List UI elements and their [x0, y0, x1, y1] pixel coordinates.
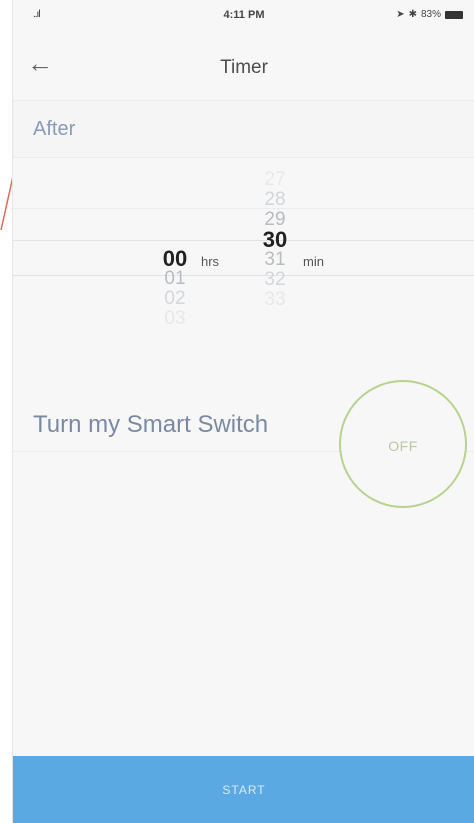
- picker-selection-band: [13, 240, 474, 276]
- start-button[interactable]: START: [13, 756, 474, 823]
- picker-divider: [13, 208, 474, 209]
- bluetooth-icon: ✱: [408, 9, 417, 20]
- hours-unit: hrs: [201, 254, 220, 269]
- minutes-option[interactable]: 33: [253, 290, 297, 310]
- app-screen: ..ıl 4:11 PM ➤ ✱ 83% ← Timer After 00 01…: [12, 0, 474, 823]
- minutes-option[interactable]: 32: [253, 270, 297, 290]
- minutes-option[interactable]: 31: [253, 250, 297, 270]
- minutes-wheel[interactable]: 27 28 29 30 31 32 33: [253, 170, 297, 310]
- minutes-unit: min: [303, 254, 324, 269]
- time-picker[interactable]: 00 01 02 03 hrs 27 28 29 30 31 32 33 min: [13, 160, 474, 370]
- minutes-option[interactable]: 27: [253, 170, 297, 190]
- hours-option[interactable]: 03: [155, 309, 195, 329]
- switch-state-toggle[interactable]: OFF: [339, 380, 467, 508]
- location-icon: ➤: [396, 9, 405, 20]
- minutes-selected: 30: [262, 227, 288, 252]
- battery-percent: 83%: [420, 9, 441, 20]
- page-title: Timer: [220, 57, 268, 78]
- hours-option[interactable]: 02: [155, 289, 195, 309]
- hours-option[interactable]: 01: [155, 269, 195, 289]
- battery-icon: [445, 10, 463, 19]
- toggle-state-label: OFF: [388, 438, 418, 454]
- minutes-option[interactable]: 28: [253, 190, 297, 210]
- nav-header: ← Timer: [13, 38, 474, 94]
- after-label: After: [33, 118, 76, 140]
- status-right: ➤ ✱ 83%: [396, 9, 463, 20]
- after-section: After: [13, 100, 474, 158]
- switch-row-label: Turn my Smart Switch: [33, 411, 269, 438]
- start-button-label: START: [222, 783, 266, 797]
- status-bar: ..ıl 4:11 PM ➤ ✱ 83%: [13, 0, 474, 30]
- hours-selected: 00: [162, 246, 188, 271]
- hours-wheel[interactable]: 00 01 02 03: [155, 246, 195, 329]
